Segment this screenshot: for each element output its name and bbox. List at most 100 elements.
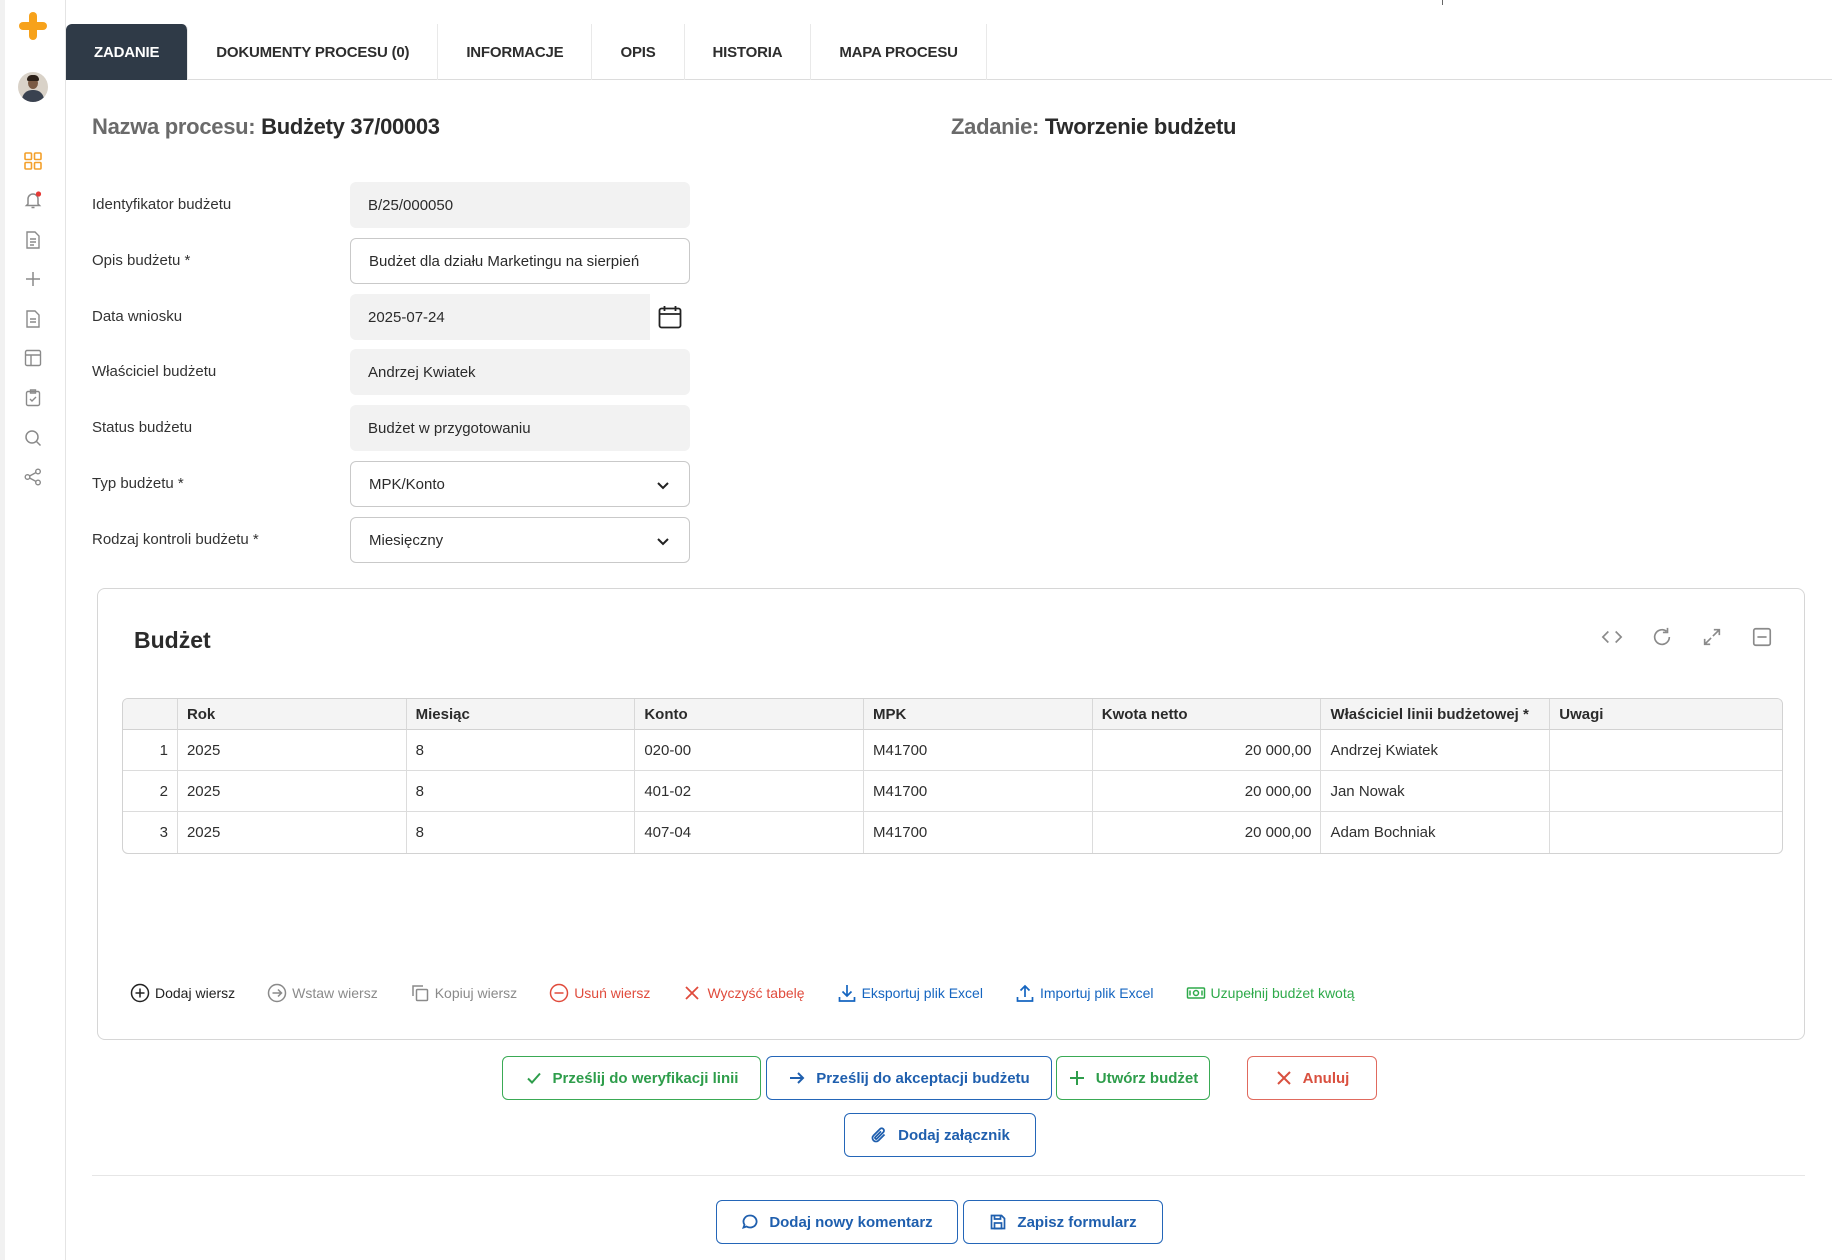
- budget-description-input[interactable]: Budżet dla działu Marketingu na sierpień: [350, 238, 690, 284]
- cell-uwagi[interactable]: [1550, 812, 1782, 853]
- cell-konto[interactable]: 020-00: [635, 730, 865, 771]
- add-row-button[interactable]: Dodaj wiersz: [130, 983, 235, 1003]
- control-type-label: Rodzaj kontroli budżetu *: [92, 531, 259, 548]
- table-actions: Dodaj wiersz Wstaw wiersz Kopiuj wiersz …: [130, 983, 1355, 1003]
- cell-rok[interactable]: 2025: [178, 812, 407, 853]
- export-excel-button[interactable]: Eksportuj plik Excel: [837, 983, 983, 1003]
- clear-table-button[interactable]: Wyczyść tabelę: [682, 983, 805, 1003]
- process-name-label: Nazwa procesu:: [92, 114, 256, 139]
- clipboard-check-icon[interactable]: [22, 387, 44, 409]
- search-icon[interactable]: [22, 427, 44, 449]
- cell-wlasciciel[interactable]: Jan Nowak: [1321, 771, 1551, 812]
- avatar[interactable]: [18, 72, 48, 102]
- task-name: Zadanie: Tworzenie budżetu: [951, 114, 1236, 140]
- cell-kwota-netto[interactable]: 20 000,00: [1092, 771, 1322, 812]
- import-excel-label: Importuj plik Excel: [1039, 985, 1154, 1001]
- tab-informacje[interactable]: INFORMACJE: [438, 24, 593, 80]
- form-row-budget-status: Status budżetu Budżet w przygotowaniu: [92, 405, 692, 451]
- budget-panel-title: Budżet: [134, 627, 211, 653]
- column-header-wlasciciel-linii[interactable]: Właściciel linii budżetowej *: [1321, 699, 1551, 730]
- tab-opis[interactable]: OPIS: [592, 24, 685, 80]
- sidebar-rail: [0, 0, 5, 1260]
- cell-mpk[interactable]: M41700: [864, 730, 1093, 771]
- cell-miesiac[interactable]: 8: [406, 771, 636, 812]
- add-attachment-label: Dodaj załącznik: [898, 1126, 1010, 1144]
- delete-row-button[interactable]: Usuń wiersz: [549, 983, 650, 1003]
- copy-row-label: Kopiuj wiersz: [434, 985, 518, 1001]
- arrow-right-icon: [790, 1072, 805, 1084]
- layout-icon[interactable]: [22, 347, 44, 369]
- send-to-acceptance-button[interactable]: Prześlij do akceptacji budżetu: [766, 1056, 1052, 1100]
- column-header-kwota-netto[interactable]: Kwota netto: [1092, 699, 1322, 730]
- cell-kwota-netto[interactable]: 20 000,00: [1092, 730, 1322, 771]
- column-header-mpk[interactable]: MPK: [864, 699, 1093, 730]
- column-header-konto[interactable]: Konto: [635, 699, 865, 730]
- expand-icon[interactable]: [1700, 625, 1724, 649]
- cell-uwagi[interactable]: [1550, 730, 1782, 771]
- bell-icon[interactable]: [22, 189, 44, 211]
- tab-zadanie[interactable]: ZADANIE: [66, 24, 189, 80]
- share-icon[interactable]: [22, 466, 44, 488]
- budget-id-label: Identyfikator budżetu: [92, 196, 232, 213]
- cancel-button[interactable]: Anuluj: [1247, 1056, 1377, 1100]
- tab-historia[interactable]: HISTORIA: [685, 24, 812, 80]
- plus-icon[interactable]: [22, 268, 44, 290]
- tab-bar: ZADANIE DOKUMENTY PROCESU (0) INFORMACJE…: [66, 24, 1832, 80]
- cancel-label: Anuluj: [1302, 1069, 1350, 1087]
- save-form-button[interactable]: Zapisz formularz: [963, 1200, 1163, 1244]
- cell-rok[interactable]: 2025: [177, 730, 407, 771]
- calendar-icon[interactable]: [650, 294, 690, 340]
- cell-mpk[interactable]: M41700: [864, 771, 1093, 812]
- fill-budget-amount-button[interactable]: Uzupełnij budżet kwotą: [1186, 983, 1355, 1003]
- sidebar: [0, 0, 66, 1260]
- cell-wlasciciel[interactable]: Adam Bochniak: [1321, 812, 1551, 853]
- row-index: 3: [123, 812, 178, 853]
- fill-budget-amount-label: Uzupełnij budżet kwotą: [1210, 985, 1355, 1001]
- cell-mpk[interactable]: M41700: [864, 812, 1093, 853]
- section-divider: [92, 1175, 1805, 1176]
- task-name-label: Zadanie:: [951, 114, 1040, 139]
- cell-rok[interactable]: 2025: [177, 771, 407, 812]
- cell-konto[interactable]: 401-02: [635, 771, 865, 812]
- cell-miesiac[interactable]: 8: [406, 730, 636, 771]
- tasks-icon[interactable]: [22, 229, 44, 251]
- budget-id-field: B/25/000050: [350, 182, 690, 228]
- panel-toolbar: [1600, 625, 1774, 649]
- add-attachment-button[interactable]: Dodaj załącznik: [844, 1113, 1036, 1157]
- copy-icon: [411, 985, 428, 1002]
- budget-type-select[interactable]: MPK/Konto: [350, 461, 690, 507]
- column-header-uwagi[interactable]: Uwagi: [1550, 699, 1782, 730]
- table-row[interactable]: 3 2025 8 407-04 M41700 20 000,00 Adam Bo…: [123, 812, 1782, 853]
- refresh-icon[interactable]: [1650, 625, 1674, 649]
- dashboard-icon[interactable]: [22, 150, 44, 172]
- copy-row-button[interactable]: Kopiuj wiersz: [410, 983, 517, 1003]
- process-name-value: Budżety 37/00003: [261, 114, 440, 139]
- table-row[interactable]: 1 2025 8 020-00 M41700 20 000,00 Andrzej…: [123, 730, 1782, 771]
- download-icon: [838, 985, 855, 1002]
- add-row-label: Dodaj wiersz: [155, 985, 236, 1001]
- form-row-budget-type: Typ budżetu * MPK/Konto: [92, 461, 692, 507]
- upload-icon: [1016, 984, 1034, 1002]
- cell-miesiac[interactable]: 8: [407, 812, 636, 853]
- create-budget-button[interactable]: Utwórz budżet: [1056, 1056, 1210, 1100]
- cell-konto[interactable]: 407-04: [635, 812, 865, 853]
- column-header-miesiac[interactable]: Miesiąc: [406, 699, 636, 730]
- column-header-rok[interactable]: Rok: [177, 699, 407, 730]
- tab-mapa-procesu[interactable]: MAPA PROCESU: [811, 24, 987, 80]
- cell-wlasciciel[interactable]: Andrzej Kwiatek: [1321, 730, 1551, 771]
- code-icon[interactable]: [1600, 625, 1624, 649]
- collapse-icon[interactable]: [1750, 625, 1774, 649]
- tab-dokumenty-procesu[interactable]: DOKUMENTY PROCESU (0): [188, 24, 439, 80]
- table-row[interactable]: 2 2025 8 401-02 M41700 20 000,00 Jan Now…: [123, 771, 1782, 812]
- insert-row-button[interactable]: Wstaw wiersz: [267, 983, 378, 1003]
- cell-kwota-netto[interactable]: 20 000,00: [1093, 812, 1322, 853]
- document-icon[interactable]: [22, 308, 44, 330]
- control-type-select[interactable]: Miesięczny: [350, 517, 690, 563]
- task-name-value: Tworzenie budżetu: [1044, 114, 1237, 139]
- add-comment-button[interactable]: Dodaj nowy komentarz: [716, 1200, 958, 1244]
- app-logo[interactable]: [17, 10, 49, 42]
- cell-uwagi[interactable]: [1550, 771, 1782, 812]
- send-to-verification-button[interactable]: Prześlij do weryfikacji linii: [502, 1056, 761, 1100]
- column-header-index: [123, 699, 178, 730]
- import-excel-button[interactable]: Importuj plik Excel: [1015, 983, 1154, 1003]
